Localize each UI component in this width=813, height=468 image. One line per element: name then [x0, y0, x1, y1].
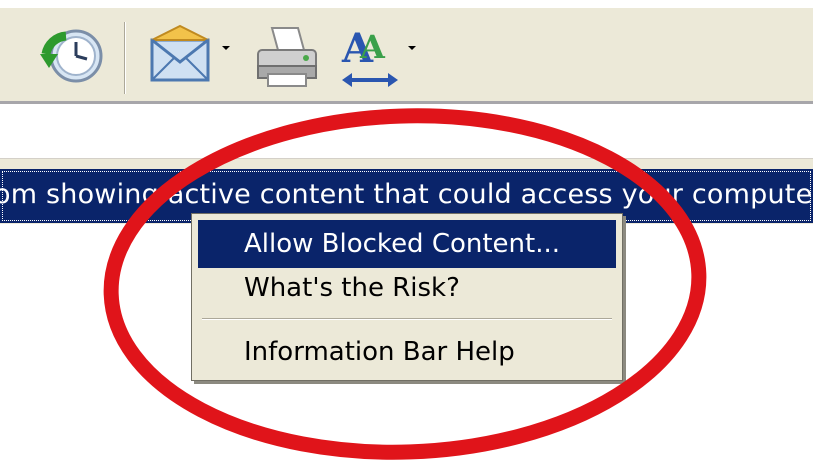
mail-button[interactable]	[148, 24, 216, 88]
mail-envelope-icon	[150, 24, 210, 82]
menu-separator	[202, 318, 612, 320]
text-size-button[interactable]: A A	[340, 24, 404, 88]
menu-item-allow-blocked-content[interactable]: Allow Blocked Content...	[198, 220, 616, 268]
font-size-icon: A A	[341, 25, 398, 87]
text-size-dropdown-arrow[interactable]	[408, 46, 416, 50]
print-button[interactable]	[252, 24, 322, 88]
content-gap	[0, 104, 813, 158]
menu-item-label: Information Bar Help	[244, 337, 515, 367]
menu-item-whats-the-risk[interactable]: What's the Risk?	[198, 264, 616, 312]
toolbar-separator	[124, 22, 126, 94]
menu-item-information-bar-help[interactable]: Information Bar Help	[198, 328, 616, 376]
svg-text:A: A	[359, 28, 386, 66]
history-clock-icon	[40, 29, 103, 83]
history-button[interactable]	[36, 24, 108, 88]
menu-item-label: What's the Risk?	[244, 273, 460, 303]
information-bar-message: om showing active content that could acc…	[0, 179, 813, 210]
toolbar: A A	[0, 0, 813, 104]
printer-icon	[257, 27, 317, 87]
information-bar-context-menu: Allow Blocked Content... What's the Risk…	[191, 213, 623, 381]
menu-item-label: Allow Blocked Content...	[244, 229, 561, 259]
mail-dropdown-arrow[interactable]	[222, 46, 230, 50]
